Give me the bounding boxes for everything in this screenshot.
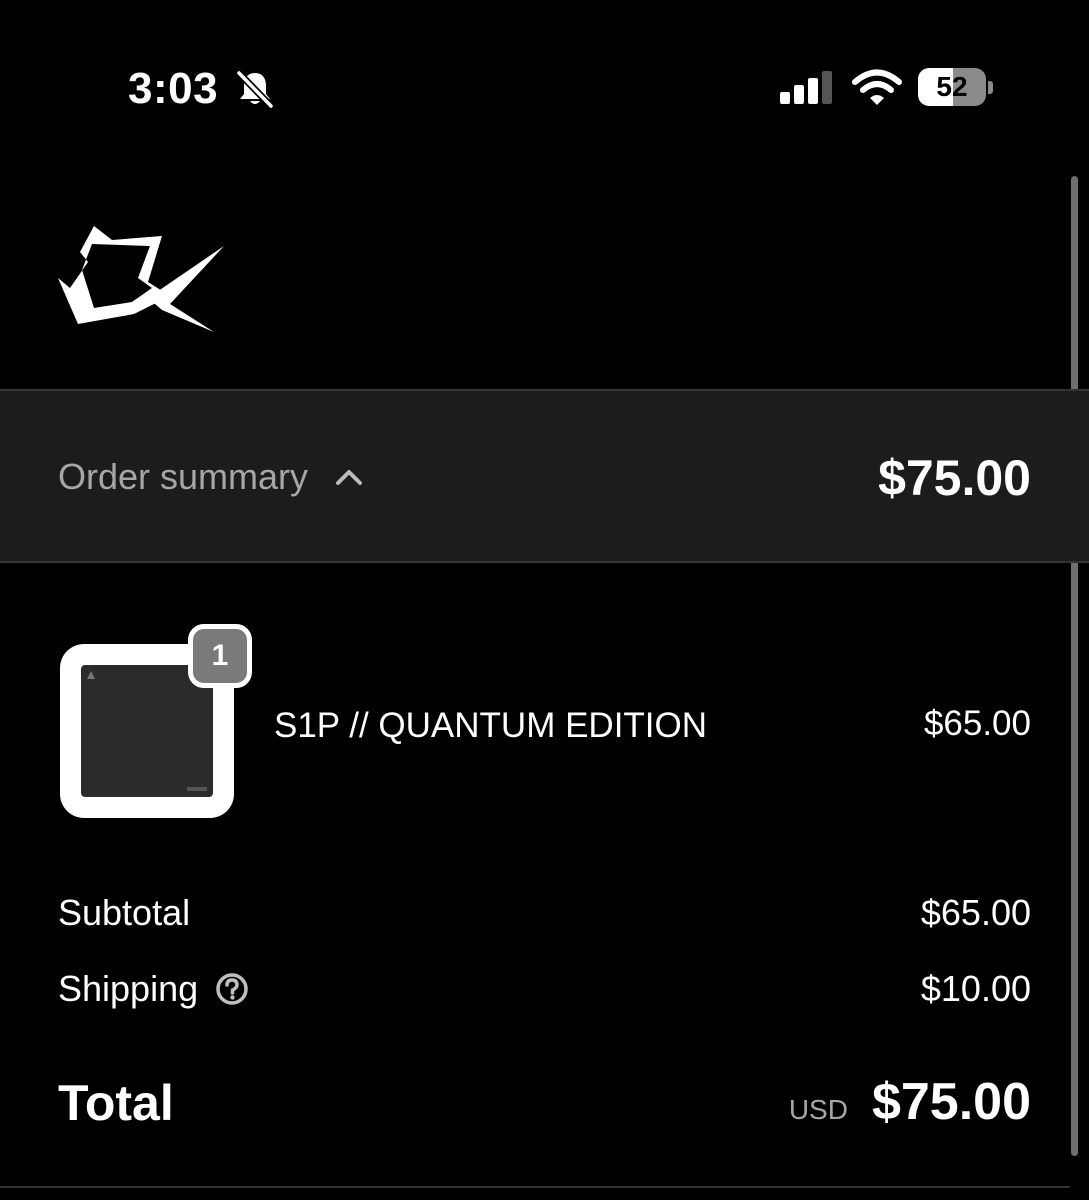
product-image: [81, 665, 213, 797]
bell-slash-icon: [236, 70, 274, 109]
question-circle-icon[interactable]: [214, 971, 250, 1007]
currency-code: USD: [788, 1094, 848, 1125]
chevron-up-icon: [336, 470, 363, 485]
battery-body: 52: [918, 68, 986, 106]
shipping-value: $10.00: [920, 968, 1031, 1009]
battery-indicator: 52: [918, 68, 994, 108]
line-item-price: $65.00: [923, 704, 1031, 743]
total-label: Total: [58, 1075, 174, 1131]
wifi-icon: [852, 69, 902, 105]
total-value: $75.00: [871, 1073, 1031, 1131]
shipping-label-text: Shipping: [58, 968, 199, 1009]
status-bar: 3:03 52: [0, 0, 1089, 150]
checkout-page: 3:03 52 Order summary $75.00 1 S1P // QU…: [0, 0, 1089, 1200]
brand-logo-icon[interactable]: [52, 222, 228, 336]
battery-cap: [988, 81, 993, 94]
subtotal-value: $65.00: [920, 892, 1031, 933]
order-summary-bar: Order summary $75.00: [0, 389, 1089, 563]
status-time: 3:03: [128, 64, 219, 113]
product-corner-mark: [187, 787, 207, 791]
order-summary-label: Order summary: [58, 456, 309, 497]
order-summary-toggle[interactable]: Order summary: [58, 451, 364, 503]
divider: [0, 1186, 1070, 1188]
quantity-badge: 1: [188, 624, 252, 688]
scrollbar[interactable]: [1071, 176, 1078, 1156]
order-summary-total: $75.00: [878, 450, 1031, 506]
cellular-signal-icon: [780, 71, 832, 104]
shipping-label: Shipping: [58, 968, 250, 1010]
line-item-name: S1P // QUANTUM EDITION: [274, 706, 708, 745]
total-amount: USD $75.00: [789, 1072, 1031, 1132]
product-mark-icon: [87, 671, 95, 679]
battery-level: 52: [936, 71, 968, 102]
subtotal-label-text: Subtotal: [58, 892, 191, 933]
subtotal-label: Subtotal: [58, 892, 190, 934]
